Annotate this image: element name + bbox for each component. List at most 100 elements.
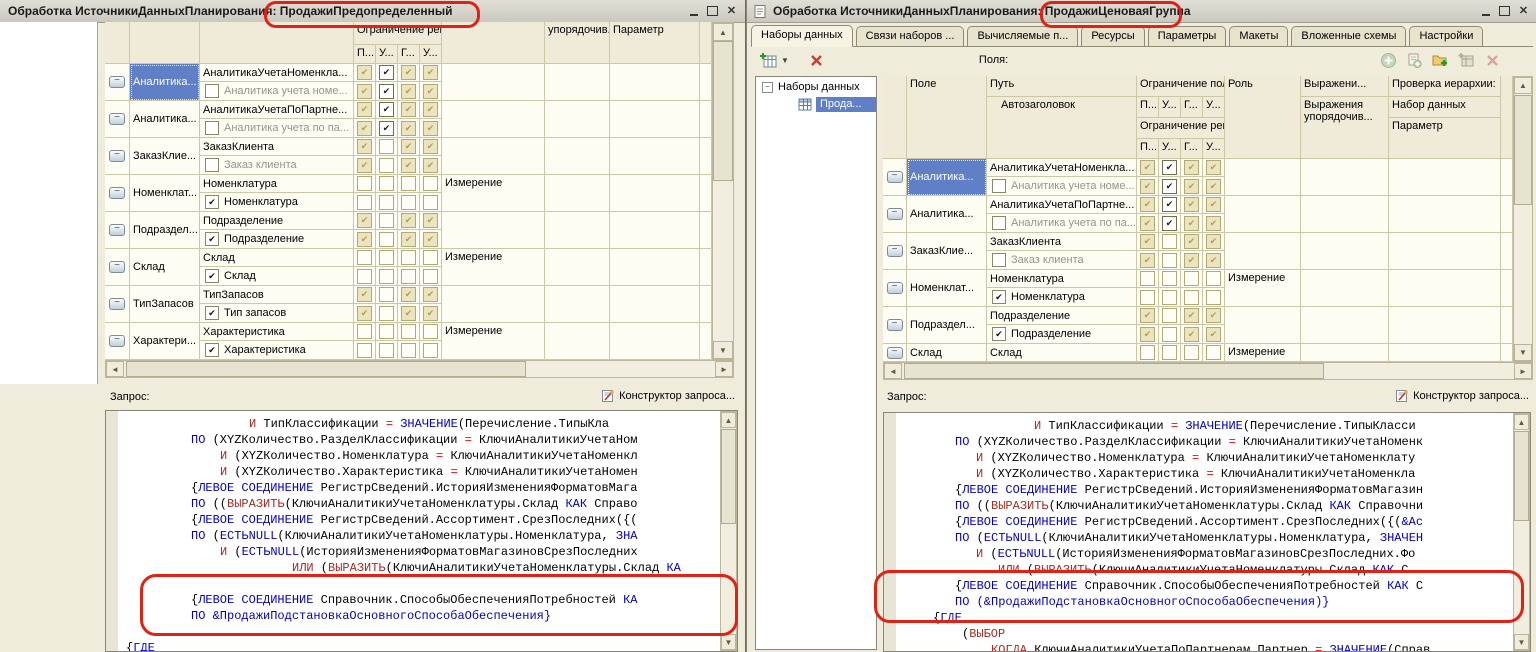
scroll-up-icon[interactable]: ▲	[1514, 414, 1529, 430]
expression-cell[interactable]	[1301, 159, 1389, 196]
restriction-checkbox[interactable]: ✔	[1203, 325, 1225, 344]
field-name-cell[interactable]: Аналитика...	[907, 159, 987, 196]
scroll-down-icon[interactable]: ▼	[1514, 344, 1532, 361]
scroll-thumb[interactable]	[904, 363, 1324, 379]
restriction-checkbox[interactable]: ✔	[1137, 251, 1159, 270]
row-collapse-button[interactable]: −	[105, 249, 130, 286]
field-autotitle-cell[interactable]: Заказ клиента	[987, 251, 1137, 270]
restriction-checkbox[interactable]: ✔	[354, 230, 376, 249]
expression-cell[interactable]	[545, 212, 610, 249]
right-table-hscrollbar[interactable]: ◄ ►	[883, 362, 1533, 380]
restriction-checkbox[interactable]: ✔	[1203, 196, 1225, 214]
restriction-checkbox[interactable]: ✔	[1181, 251, 1203, 270]
role-cell[interactable]: Измерение	[1225, 344, 1301, 362]
scroll-left-icon[interactable]: ◄	[884, 363, 902, 379]
parameter-cell[interactable]	[610, 138, 700, 175]
restriction-checkbox[interactable]: ✔	[1203, 307, 1225, 325]
row-collapse-button[interactable]: −	[883, 159, 907, 196]
restriction-checkbox[interactable]: ✔	[354, 249, 376, 267]
scroll-down-icon[interactable]: ▼	[1514, 634, 1529, 650]
field-name-cell[interactable]: Склад	[130, 249, 200, 286]
add-dataset-button[interactable]	[759, 50, 779, 70]
field-path-cell[interactable]: ЗаказКлиента	[987, 233, 1137, 251]
right-query-vscrollbar[interactable]: ▲ ▼	[1513, 413, 1530, 651]
restriction-checkbox[interactable]: ✔	[420, 138, 442, 156]
field-path-cell[interactable]: Подразделение	[200, 212, 354, 230]
expression-cell[interactable]	[545, 249, 610, 286]
field-autotitle-cell[interactable]: ✔Тип запасов	[200, 304, 354, 323]
autotitle-checkbox[interactable]: ✔	[992, 327, 1006, 341]
dropdown-arrow-icon[interactable]: ▼	[781, 56, 789, 65]
restriction-checkbox[interactable]: ✔	[376, 341, 398, 360]
restriction-checkbox[interactable]: ✔	[1137, 177, 1159, 196]
restriction-checkbox[interactable]: ✔	[1203, 288, 1225, 307]
row-collapse-button[interactable]: −	[105, 175, 130, 212]
field-name-cell[interactable]: ЗаказКлие...	[907, 233, 987, 270]
restriction-checkbox[interactable]: ✔	[1159, 344, 1181, 362]
query-builder-link[interactable]: Конструктор запроса...	[1395, 389, 1529, 403]
restriction-checkbox[interactable]: ✔	[398, 156, 420, 175]
restriction-checkbox[interactable]: ✔	[1181, 159, 1203, 177]
field-path-cell[interactable]: ЗаказКлиента	[200, 138, 354, 156]
restriction-checkbox[interactable]: ✔	[420, 175, 442, 193]
restriction-checkbox[interactable]: ✔	[420, 286, 442, 304]
expression-cell[interactable]	[545, 175, 610, 212]
restriction-checkbox[interactable]: ✔	[420, 64, 442, 82]
row-collapse-button[interactable]: −	[105, 64, 130, 101]
restriction-checkbox[interactable]: ✔	[420, 156, 442, 175]
restriction-checkbox[interactable]: ✔	[376, 212, 398, 230]
role-cell[interactable]	[442, 138, 545, 175]
parameter-cell[interactable]	[1389, 196, 1501, 233]
delete-field-button[interactable]	[1482, 50, 1502, 70]
field-path-cell[interactable]: АналитикаУчетаПоПартне...	[200, 101, 354, 119]
restriction-checkbox[interactable]: ✔	[420, 249, 442, 267]
left-query-text[interactable]: И ТипКлассификации = ЗНАЧЕНИЕ(Перечислен…	[119, 416, 720, 651]
close-icon[interactable]: ✕	[724, 3, 739, 18]
autotitle-checkbox[interactable]	[205, 84, 219, 98]
left-query-vscrollbar[interactable]: ▲ ▼	[720, 411, 737, 651]
field-path-cell[interactable]: Подразделение	[987, 307, 1137, 325]
field-autotitle-cell[interactable]: ✔Подразделение	[200, 230, 354, 249]
restriction-checkbox[interactable]: ✔	[1181, 177, 1203, 196]
field-autotitle-cell[interactable]: ✔Номенклатура	[200, 193, 354, 212]
autotitle-checkbox[interactable]: ✔	[205, 232, 219, 246]
restriction-checkbox[interactable]: ✔	[354, 156, 376, 175]
restriction-checkbox[interactable]: ✔	[354, 286, 376, 304]
tab-7[interactable]: Вложенные схемы	[1291, 26, 1406, 46]
restriction-checkbox[interactable]: ✔	[398, 323, 420, 341]
restriction-checkbox[interactable]: ✔	[1159, 288, 1181, 307]
restriction-checkbox[interactable]: ✔	[376, 101, 398, 119]
restriction-checkbox[interactable]: ✔	[398, 138, 420, 156]
scroll-thumb[interactable]	[1514, 95, 1532, 205]
restriction-checkbox[interactable]: ✔	[354, 341, 376, 360]
restriction-checkbox[interactable]: ✔	[1137, 325, 1159, 344]
restriction-checkbox[interactable]: ✔	[376, 193, 398, 212]
restriction-checkbox[interactable]: ✔	[376, 156, 398, 175]
autotitle-checkbox[interactable]	[205, 121, 219, 135]
row-collapse-button[interactable]: −	[883, 307, 907, 344]
field-autotitle-cell[interactable]: Аналитика учета по па...	[200, 119, 354, 138]
restriction-checkbox[interactable]: ✔	[354, 119, 376, 138]
field-name-cell[interactable]: Подраздел...	[130, 212, 200, 249]
restriction-checkbox[interactable]: ✔	[420, 267, 442, 286]
tree-node-dataset-prodazhi[interactable]: Прода...	[756, 95, 876, 112]
autotitle-checkbox[interactable]: ✔	[205, 269, 219, 283]
scroll-thumb[interactable]	[713, 41, 733, 181]
restriction-checkbox[interactable]: ✔	[1203, 270, 1225, 288]
restriction-checkbox[interactable]: ✔	[1203, 251, 1225, 270]
tab-5[interactable]: Параметры	[1148, 26, 1227, 46]
copy-field-button[interactable]	[1404, 50, 1424, 70]
tab-6[interactable]: Макеты	[1229, 26, 1288, 46]
field-path-cell[interactable]: Номенклатура	[200, 175, 354, 193]
parameter-cell[interactable]	[1389, 270, 1501, 307]
left-titlebar[interactable]: Обработка ИсточникиДанныхПланирования: П…	[0, 0, 745, 23]
restriction-checkbox[interactable]: ✔	[398, 304, 420, 323]
field-autotitle-cell[interactable]: Аналитика учета по па...	[987, 214, 1137, 233]
role-cell[interactable]	[1225, 159, 1301, 196]
restriction-checkbox[interactable]: ✔	[398, 341, 420, 360]
restriction-checkbox[interactable]: ✔	[354, 212, 376, 230]
autotitle-checkbox[interactable]	[992, 253, 1006, 267]
restriction-checkbox[interactable]: ✔	[1181, 233, 1203, 251]
restriction-checkbox[interactable]: ✔	[398, 212, 420, 230]
restriction-checkbox[interactable]: ✔	[1203, 214, 1225, 233]
